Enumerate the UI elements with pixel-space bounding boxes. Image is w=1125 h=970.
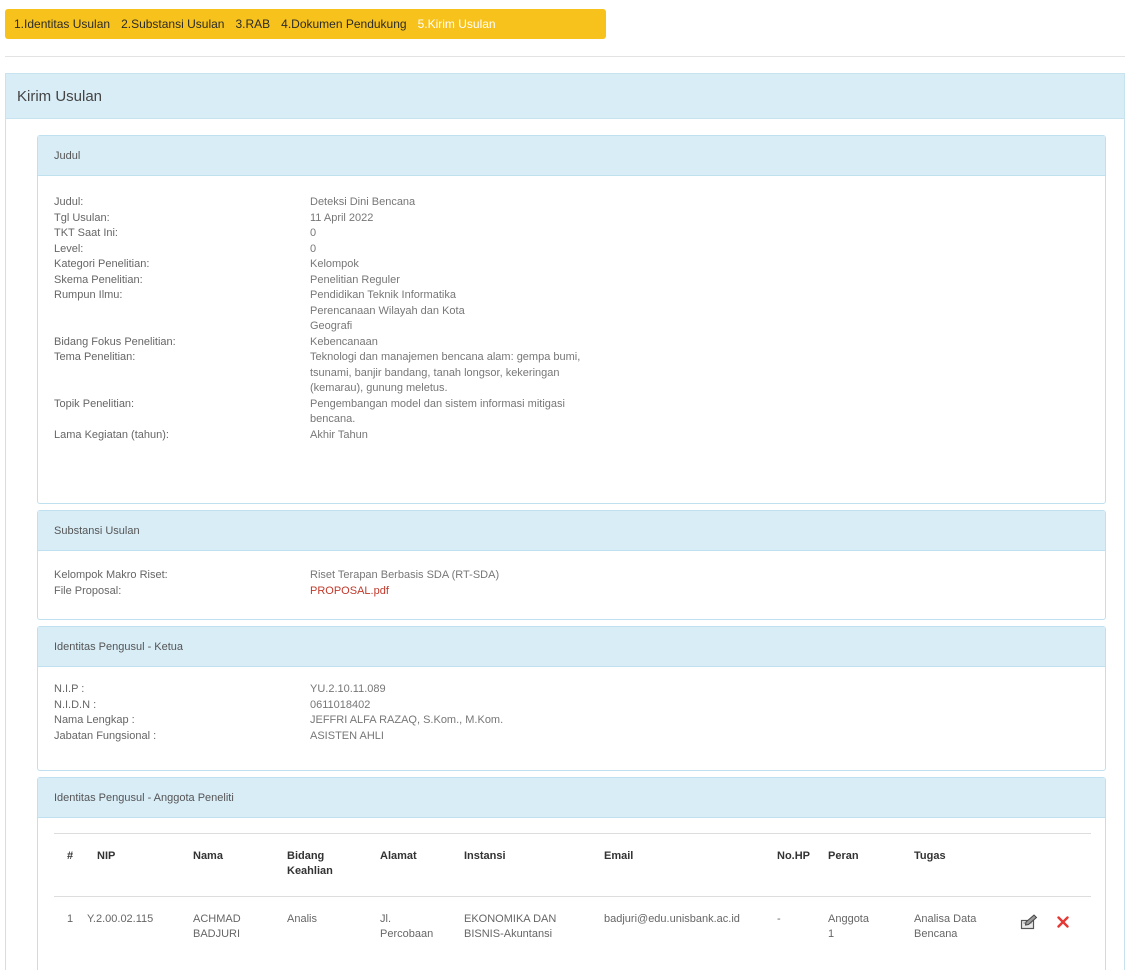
detail-label: TKT Saat Ini:	[54, 227, 118, 239]
tab-kirim-usulan[interactable]: 5.Kirim Usulan	[418, 17, 496, 31]
detail-value: Pendidikan Teknik Informatika Perencanaan…	[310, 289, 465, 332]
detail-row: Tgl Usulan: 11 April 2022	[54, 211, 1094, 227]
column-header: Alamat	[380, 850, 417, 862]
tab-rab[interactable]: 3.RAB	[235, 17, 270, 31]
detail-label: Skema Penelitian:	[54, 273, 143, 286]
wizard-tabs: 1.Identitas Usulan 2.Substansi Usulan 3.…	[5, 9, 606, 39]
detail-label: Judul:	[54, 196, 84, 208]
detail-label: Kategori Penelitian:	[54, 258, 150, 270]
detail-row: TKT Saat Ini: 0	[54, 226, 1094, 242]
table-header: # NIP Nama Bidang Keahlian Alamat Instans…	[54, 833, 1091, 897]
proposal-file-link[interactable]: PROPOSAL.pdf	[310, 584, 640, 600]
cell-no: 1	[67, 913, 74, 925]
column-header: Nama	[193, 850, 223, 862]
cell-tugas: Analisa Data Bencana	[914, 913, 977, 940]
detail-row: Judul: Deteksi Dini Bencana	[54, 195, 1094, 211]
detail-label: N.I.D.N :	[54, 698, 97, 711]
detail-value: Kelompok	[310, 258, 359, 270]
delete-icon[interactable]	[1057, 916, 1069, 931]
detail-value: Pengembangan model dan sistem informasi …	[310, 397, 565, 426]
detail-value: 0611018402	[310, 698, 371, 711]
column-header: Instansi	[464, 850, 506, 862]
detail-row: Kategori Penelitian: Kelompok	[54, 257, 1094, 273]
judul-card-header: Judul	[38, 136, 1105, 176]
cell-nip: Y.2.00.02.115	[87, 913, 154, 925]
detail-label: Level:	[54, 242, 84, 255]
detail-row: Skema Penelitian: Penelitian Reguler	[54, 273, 1094, 289]
detail-row: Level: 0	[54, 242, 1094, 258]
detail-value: 0	[310, 227, 317, 239]
tab-substansi-usulan[interactable]: 2.Substansi Usulan	[121, 17, 224, 31]
ketua-details: N.I.P : YU.2.10.11.089 N.I.D.N : 061101840…	[54, 682, 1094, 744]
anggota-card-header: Identitas Pengusul - Anggota Peneliti	[38, 778, 1105, 818]
detail-value: Riset Terapan Berbasis SDA (RT-SDA)	[310, 569, 500, 581]
detail-label: Tema Penelitian:	[54, 351, 136, 363]
detail-row: Kelompok Makro Riset: Riset Terapan Berba…	[54, 568, 1094, 584]
detail-value: Kebencanaan	[310, 335, 378, 348]
cell-peran: Anggota 1	[828, 913, 869, 940]
detail-label: N.I.P :	[54, 683, 85, 695]
detail-label: Rumpun Ilmu:	[54, 289, 123, 301]
column-header: Email	[604, 850, 634, 862]
divider	[5, 56, 1125, 57]
detail-label: File Proposal:	[54, 584, 122, 597]
detail-value: Penelitian Reguler	[310, 273, 400, 286]
detail-label: Topik Penelitian:	[54, 397, 135, 410]
ketua-card: Identitas Pengusul - Ketua N.I.P : YU.2.1…	[37, 626, 1106, 771]
detail-row: Topik Penelitian: Pengembangan model dan …	[54, 397, 1094, 428]
detail-row: File Proposal: PROPOSAL.pdf	[54, 584, 1094, 600]
column-header: #	[67, 850, 74, 862]
detail-value: Akhir Tahun	[310, 428, 368, 441]
detail-value: YU.2.10.11.089	[310, 683, 386, 695]
detail-value: JEFFRI ALFA RAZAQ, S.Kom., M.Kom.	[310, 714, 504, 726]
cell-instansi: EKONOMIKA DAN BISNIS-Akuntansi	[464, 913, 557, 940]
detail-row: N.I.D.N : 0611018402	[54, 698, 1094, 714]
edit-icon[interactable]	[1020, 914, 1038, 933]
column-header: Bidang Keahlian	[287, 850, 333, 877]
substansi-card: Substansi Usulan Kelompok Makro Riset: Ri…	[37, 510, 1106, 620]
column-header: Peran	[828, 850, 859, 862]
detail-label: Bidang Fokus Penelitian:	[54, 335, 176, 348]
column-header: NIP	[97, 850, 116, 862]
detail-label: Jabatan Fungsional :	[54, 729, 157, 742]
tab-identitas-usulan[interactable]: 1.Identitas Usulan	[14, 17, 110, 31]
cell-nama: ACHMAD BADJURI	[193, 913, 241, 940]
substansi-card-header: Substansi Usulan	[38, 511, 1105, 551]
ketua-card-header: Identitas Pengusul - Ketua	[38, 627, 1105, 667]
detail-row: Nama Lengkap : JEFFRI ALFA RAZAQ, S.Kom.,…	[54, 713, 1094, 729]
detail-label: Nama Lengkap :	[54, 714, 135, 726]
detail-row: Bidang Fokus Penelitian: Kebencanaan	[54, 335, 1094, 351]
anggota-card: Identitas Pengusul - Anggota Peneliti # …	[37, 777, 1106, 970]
detail-row: N.I.P : YU.2.10.11.089	[54, 682, 1094, 698]
detail-row: Rumpun Ilmu: Pendidikan Teknik Informatik…	[54, 288, 1094, 335]
judul-details: Judul: Deteksi Dini Bencana Tgl Usulan: 11…	[54, 195, 1094, 443]
detail-label: Lama Kegiatan (tahun):	[54, 428, 169, 441]
cell-alamat: Jl. Percobaan	[380, 913, 434, 940]
page-title: Kirim Usulan	[6, 74, 1124, 119]
anggota-table: # NIP Nama Bidang Keahlian Alamat Instans…	[54, 833, 1091, 961]
detail-row: Tema Penelitian: Teknologi dan manajemen …	[54, 350, 1094, 397]
cell-bidang: Analis	[287, 913, 317, 925]
table-row: 1 Y.2.00.02.115 ACHMAD BADJURI Analis Jl.…	[54, 897, 1091, 961]
detail-row: Jabatan Fungsional : ASISTEN AHLI	[54, 729, 1094, 745]
detail-value: ASISTEN AHLI	[310, 729, 384, 742]
substansi-details: Kelompok Makro Riset: Riset Terapan Berba…	[54, 568, 1094, 599]
detail-value: Deteksi Dini Bencana	[310, 196, 416, 208]
cell-hp: -	[777, 913, 781, 925]
detail-label: Tgl Usulan:	[54, 211, 110, 224]
tab-dokumen-pendukung[interactable]: 4.Dokumen Pendukung	[281, 17, 406, 31]
detail-row: Lama Kegiatan (tahun): Akhir Tahun	[54, 428, 1094, 444]
detail-value: 11 April 2022	[310, 211, 374, 224]
column-header: Tugas	[914, 850, 946, 862]
judul-card: Judul Judul: Deteksi Dini Bencana Tgl Usu…	[37, 135, 1106, 504]
detail-value: 0	[310, 242, 317, 255]
column-header: No.HP	[777, 850, 810, 862]
detail-value: Teknologi dan manajemen bencana alam: ge…	[310, 351, 581, 394]
cell-email: badjuri@edu.unisbank.ac.id	[604, 913, 740, 925]
detail-label: Kelompok Makro Riset:	[54, 569, 168, 581]
